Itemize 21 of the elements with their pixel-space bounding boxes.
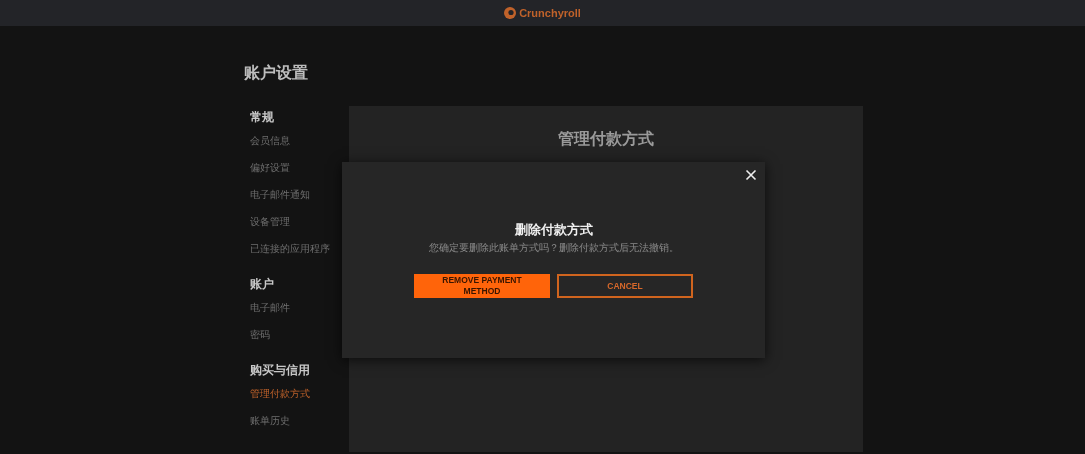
sidebar-heading: 常规 [250,109,275,126]
sidebar-item[interactable]: 账单历史 [250,407,290,434]
dialog-message: 您确定要删除此账单方式吗？删除付款方式后无法撤销。 [428,242,679,254]
logo-icon [504,7,517,19]
panel-title: 管理付款方式 [558,129,654,149]
remove-button[interactable]: REMOVE PAYMENT METHOD [414,274,550,298]
dialog-title: 删除付款方式 [514,222,593,238]
sidebar-item[interactable]: 密码 [250,321,270,348]
sidebar-item[interactable]: 偏好设置 [250,154,290,181]
cancel-button[interactable]: CANCEL [557,274,693,298]
sidebar-item[interactable]: 电子邮件通知 [250,181,310,208]
sidebar-item[interactable]: 设备管理 [250,208,290,235]
close-icon[interactable] [745,169,757,181]
sidebar-heading: 账户 [250,276,275,293]
page-title: 账户设置 [244,63,309,83]
brand-name[interactable]: Crunchyroll [519,7,581,19]
sidebar-heading: 购买与信用 [250,362,311,379]
sidebar-item[interactable]: 电子邮件 [250,294,290,321]
sidebar-item[interactable]: 管理付款方式 [250,380,310,407]
sidebar-item[interactable]: 已连接的应用程序 [250,235,330,262]
sidebar-item[interactable]: 会员信息 [250,127,290,154]
